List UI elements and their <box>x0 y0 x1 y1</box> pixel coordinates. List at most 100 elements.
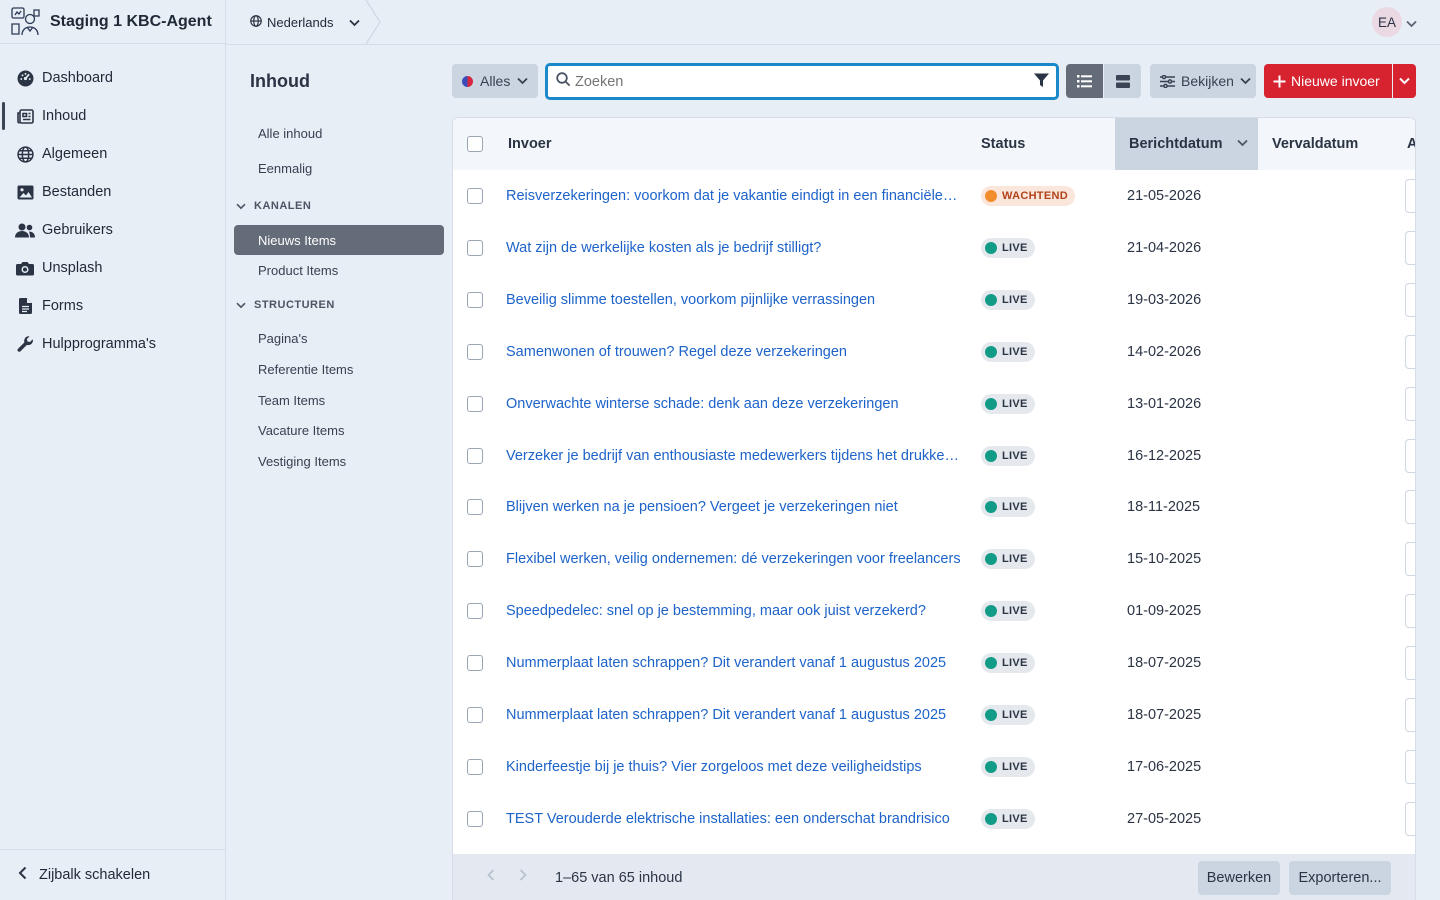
table-row[interactable]: Nummerplaat laten schrappen? Dit verande… <box>453 689 1415 741</box>
row-checkbox[interactable] <box>467 759 483 775</box>
export-button[interactable]: Exporteren... <box>1289 861 1391 895</box>
sidebar-item-bestanden[interactable]: Bestanden <box>0 173 225 211</box>
sidebar-item-inhoud[interactable]: Inhoud <box>0 97 225 135</box>
content-nav-all[interactable]: Alle inhoud <box>234 118 444 148</box>
entry-title-link[interactable]: Blijven werken na je pensioen? Vergeet j… <box>506 481 961 533</box>
sidebar-item-algemeen[interactable]: Algemeen <box>0 135 225 173</box>
row-action-button[interactable] <box>1405 646 1415 680</box>
column-header-cut[interactable]: A <box>1407 118 1415 170</box>
row-checkbox[interactable] <box>467 396 483 412</box>
row-checkbox[interactable] <box>467 655 483 671</box>
wrench-icon <box>15 335 35 353</box>
sidebar-item-hulpprogrammas[interactable]: Hulpprogramma's <box>0 325 225 363</box>
table-row[interactable]: Samenwonen of trouwen? Regel deze verzek… <box>453 326 1415 378</box>
column-header-post-date[interactable]: Berichtdatum <box>1115 118 1258 170</box>
view-options-button[interactable]: Bekijken <box>1150 64 1256 98</box>
table-row[interactable]: Speedpedelec: snel op je bestemming, maa… <box>453 585 1415 637</box>
entry-title: Reisverzekeringen: voorkom dat je vakant… <box>506 188 961 204</box>
row-checkbox[interactable] <box>467 240 483 256</box>
table-row[interactable]: Onverwachte winterse schade: denk aan de… <box>453 378 1415 430</box>
table-row[interactable]: Beveilig slimme toestellen, voorkom pijn… <box>453 274 1415 326</box>
column-header-status[interactable]: Status <box>981 118 1025 170</box>
content-nav-product-items[interactable]: Product Items <box>234 255 444 285</box>
sidebar-item-gebruikers[interactable]: Gebruikers <box>0 211 225 249</box>
content-nav-single[interactable]: Eenmalig <box>234 153 444 183</box>
row-checkbox[interactable] <box>467 499 483 515</box>
section-channels[interactable]: KANALEN <box>236 197 311 215</box>
table-row[interactable]: Kinderfeestje bij je thuis? Vier zorgelo… <box>453 741 1415 793</box>
card-view-button[interactable] <box>1104 64 1141 98</box>
new-entry-button[interactable]: Nieuwe invoer <box>1264 64 1392 98</box>
content-nav-referentie-items[interactable]: Referentie Items <box>234 354 444 384</box>
entry-title-link[interactable]: Wat zijn de werkelijke kosten als je bed… <box>506 222 961 274</box>
entry-title-link[interactable]: Nummerplaat laten schrappen? Dit verande… <box>506 689 961 741</box>
row-action-button[interactable] <box>1405 750 1415 784</box>
entry-title-link[interactable]: Flexibel werken, veilig ondernemen: dé v… <box>506 533 961 585</box>
row-action-button[interactable] <box>1405 283 1415 317</box>
row-action-button[interactable] <box>1405 542 1415 576</box>
file-icon <box>15 297 35 315</box>
row-action-button[interactable] <box>1405 387 1415 421</box>
table-row[interactable]: Verzeker je bedrijf van enthousiaste med… <box>453 430 1415 482</box>
row-checkbox[interactable] <box>467 603 483 619</box>
row-checkbox[interactable] <box>467 707 483 723</box>
row-action-button[interactable] <box>1405 490 1415 524</box>
row-action-button[interactable] <box>1405 698 1415 732</box>
chevron-down-icon[interactable] <box>1406 15 1417 33</box>
column-header-expiry-date[interactable]: Vervaldatum <box>1272 118 1358 170</box>
table-row[interactable]: Reisverzekeringen: voorkom dat je vakant… <box>453 170 1415 222</box>
row-action-button[interactable] <box>1405 802 1415 836</box>
row-checkbox[interactable] <box>467 551 483 567</box>
row-checkbox[interactable] <box>467 188 483 204</box>
row-checkbox[interactable] <box>467 448 483 464</box>
sidebar-item-forms[interactable]: Forms <box>0 287 225 325</box>
list-view-button[interactable] <box>1066 64 1103 98</box>
select-all-checkbox[interactable] <box>467 136 483 152</box>
sidebar-item-label: Hulpprogramma's <box>42 336 156 352</box>
entry-title-link[interactable]: Samenwonen of trouwen? Regel deze verzek… <box>506 326 961 378</box>
prev-page-icon[interactable] <box>487 868 495 884</box>
content-nav-paginas[interactable]: Pagina's <box>234 323 444 353</box>
table-row[interactable]: Flexibel werken, veilig ondernemen: dé v… <box>453 533 1415 585</box>
entry-title-link[interactable]: Beveilig slimme toestellen, voorkom pijn… <box>506 274 961 326</box>
entry-title-link[interactable]: Onverwachte winterse schade: denk aan de… <box>506 378 961 430</box>
table-row[interactable]: TEST Verouderde elektrische installaties… <box>453 793 1415 845</box>
row-checkbox[interactable] <box>467 344 483 360</box>
sidebar-toggle-button[interactable]: Zijbalk schakelen <box>0 849 225 900</box>
app-root: Staging 1 KBC-Agent Dashboard Inhoud Alg… <box>0 0 1440 900</box>
next-page-icon[interactable] <box>519 868 527 884</box>
sidebar-item-unsplash[interactable]: Unsplash <box>0 249 225 287</box>
row-action-button[interactable] <box>1405 231 1415 265</box>
row-action-button[interactable] <box>1405 335 1415 369</box>
entry-title-link[interactable]: Verzeker je bedrijf van enthousiaste med… <box>506 430 961 482</box>
edit-button[interactable]: Bewerken <box>1198 861 1280 895</box>
new-entry-dropdown-button[interactable] <box>1393 64 1416 98</box>
row-action-button[interactable] <box>1405 594 1415 628</box>
avatar[interactable]: EA <box>1372 7 1402 37</box>
entry-title-link[interactable]: TEST Verouderde elektrische installaties… <box>506 793 961 845</box>
brand[interactable]: Staging 1 KBC-Agent <box>0 0 225 44</box>
table-row[interactable]: Nummerplaat laten schrappen? Dit verande… <box>453 637 1415 689</box>
content-nav-nieuws-items[interactable]: Nieuws Items <box>234 225 444 255</box>
site-filter-button[interactable]: Alles <box>452 64 538 98</box>
content-nav-team-items[interactable]: Team Items <box>234 385 444 415</box>
language-selector[interactable]: Nederlands <box>226 0 378 44</box>
entry-title-link[interactable]: Speedpedelec: snel op je bestemming, maa… <box>506 585 961 637</box>
entry-title: Speedpedelec: snel op je bestemming, maa… <box>506 603 926 619</box>
content-nav-vestiging-items[interactable]: Vestiging Items <box>234 446 444 476</box>
row-checkbox[interactable] <box>467 811 483 827</box>
table-row[interactable]: Wat zijn de werkelijke kosten als je bed… <box>453 222 1415 274</box>
entry-title-link[interactable]: Reisverzekeringen: voorkom dat je vakant… <box>506 170 961 222</box>
row-checkbox[interactable] <box>467 292 483 308</box>
entry-title-link[interactable]: Nummerplaat laten schrappen? Dit verande… <box>506 637 961 689</box>
entry-title-link[interactable]: Kinderfeestje bij je thuis? Vier zorgelo… <box>506 741 961 793</box>
column-header-entry[interactable]: Invoer <box>508 118 552 170</box>
filter-icon[interactable] <box>1034 73 1049 93</box>
search-input[interactable] <box>575 73 1015 90</box>
section-structures[interactable]: STRUCTUREN <box>236 296 335 314</box>
row-action-button[interactable] <box>1405 439 1415 473</box>
table-row[interactable]: Blijven werken na je pensioen? Vergeet j… <box>453 481 1415 533</box>
content-nav-vacature-items[interactable]: Vacature Items <box>234 415 444 445</box>
row-action-button[interactable] <box>1405 179 1415 213</box>
sidebar-item-dashboard[interactable]: Dashboard <box>0 59 225 97</box>
